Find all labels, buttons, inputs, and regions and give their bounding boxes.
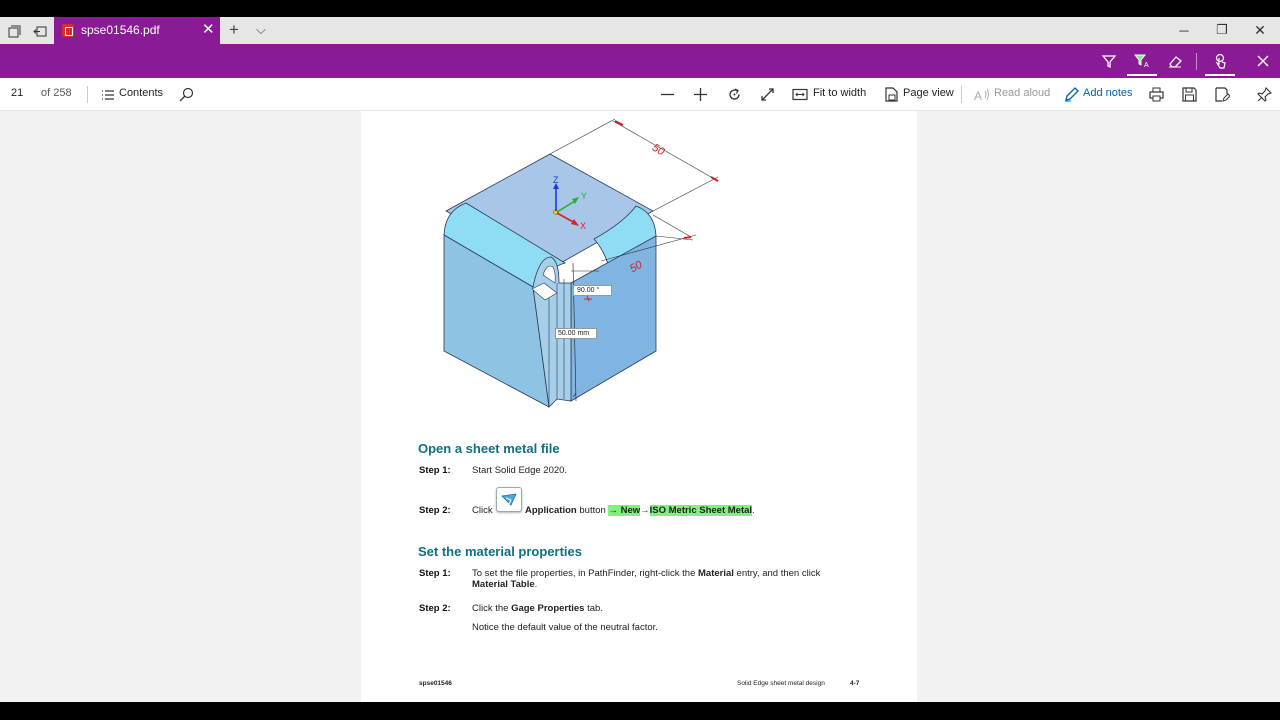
step-label: Step 1:: [419, 568, 451, 579]
tab-title: spse01546.pdf: [81, 23, 160, 37]
gage-properties-term: Gage Properties: [511, 603, 585, 614]
sentence-end: .: [534, 579, 538, 590]
step-note: Notice the default value of the neutral …: [472, 622, 658, 633]
page-view-icon[interactable]: [882, 86, 900, 103]
full-screen-icon[interactable]: [758, 86, 776, 103]
application-button-icon: [496, 487, 522, 512]
length-value-box: 50.00 mm: [555, 328, 597, 339]
minimize-button[interactable]: ─: [1169, 20, 1199, 40]
step-text-set-properties: To set the file properties, in PathFinde…: [472, 568, 820, 579]
touch-writing-selected-indicator: [1205, 74, 1235, 76]
step-text-application-line: Application button → New→ISO Metric Shee…: [525, 505, 755, 516]
tab-active-pdf[interactable]: spse01546.pdf ✕: [54, 17, 220, 44]
contents-list-icon[interactable]: [99, 86, 117, 103]
new-tab-icon[interactable]: +: [229, 20, 239, 40]
button-word: button: [579, 505, 606, 516]
toolbar-divider: [87, 86, 88, 103]
menu-path-arrow: →: [640, 505, 650, 516]
text-part: entry, and then click: [736, 568, 821, 579]
add-notes-button[interactable]: Add notes: [1083, 87, 1133, 99]
print-icon[interactable]: [1147, 86, 1165, 103]
restore-button[interactable]: ❐: [1207, 20, 1237, 40]
material-term: Material: [698, 568, 734, 579]
text-part: tab.: [587, 603, 603, 614]
text-part: To set the file properties, in PathFinde…: [472, 568, 696, 579]
step-text: Start Solid Edge 2020.: [472, 465, 568, 476]
zoom-out-icon[interactable]: [658, 86, 676, 103]
browser-tab-bar: spse01546.pdf ✕ + ⌵ ─ ❐ ✕: [0, 17, 1280, 44]
page-view-button[interactable]: Page view: [903, 87, 954, 99]
highlighter-icon[interactable]: A: [1131, 51, 1153, 71]
read-aloud-icon[interactable]: A: [973, 86, 991, 103]
ballpoint-pen-icon[interactable]: [1098, 51, 1120, 71]
sentence-end: .: [752, 505, 755, 516]
close-window-button[interactable]: ✕: [1245, 20, 1275, 40]
footer-title: Solid Edge sheet metal design: [737, 680, 825, 687]
pdf-file-icon: [62, 24, 74, 37]
text-part: Click the: [472, 603, 509, 614]
step-text-gage: Click the Gage Properties tab.: [472, 603, 603, 614]
add-notes-pen-icon[interactable]: [1062, 86, 1080, 103]
search-icon[interactable]: [177, 86, 195, 103]
touch-writing-icon[interactable]: [1209, 51, 1231, 71]
step-text-material-table: Material Table.: [472, 579, 537, 590]
axis-z-label: Z: [553, 175, 559, 185]
footer-doc-id: spse01546: [419, 680, 452, 687]
svg-text:A: A: [1144, 62, 1149, 69]
tabs-aside-icon[interactable]: [31, 22, 49, 40]
pdf-page: 50 50 Z Y X 90.00 ° 50.00 mm Open a shee…: [361, 111, 917, 702]
step-text-click: Click: [472, 505, 493, 516]
step-label: Step 2:: [419, 505, 451, 516]
eraser-icon[interactable]: [1164, 51, 1186, 71]
pdf-viewer[interactable]: 50 50 Z Y X 90.00 ° 50.00 mm Open a shee…: [0, 111, 1280, 702]
read-aloud-button[interactable]: Read aloud: [994, 87, 1050, 99]
pin-toolbar-icon[interactable]: [1255, 86, 1273, 103]
rotate-icon[interactable]: [725, 86, 743, 103]
screen: spse01546.pdf ✕ + ⌵ ─ ❐ ✕ A 21 of 258 Co…: [0, 0, 1280, 720]
tab-close-icon[interactable]: ✕: [202, 21, 215, 39]
ink-toolbar: A: [0, 44, 1280, 78]
application-term: Application: [525, 505, 577, 516]
save-icon[interactable]: [1180, 86, 1198, 103]
screen-bottom-border: [0, 702, 1280, 720]
menu-path-iso-metric: ISO Metric Sheet Metal: [649, 505, 753, 516]
material-table-term: Material Table: [472, 579, 535, 590]
axis-x-label: X: [580, 221, 587, 231]
zoom-in-icon[interactable]: [691, 86, 709, 103]
page-total: of 258: [41, 87, 72, 99]
ink-toolbar-divider: [1196, 53, 1197, 70]
tab-actions-icon[interactable]: [5, 22, 23, 40]
section-heading-material-properties: Set the material properties: [418, 544, 582, 559]
save-as-icon[interactable]: [1213, 86, 1231, 103]
toolbar-divider: [961, 86, 962, 103]
section-heading-open-file: Open a sheet metal file: [418, 441, 560, 456]
fit-to-width-icon[interactable]: [791, 86, 809, 103]
fit-to-width-button[interactable]: Fit to width: [813, 87, 866, 99]
axis-y-label: Y: [581, 191, 588, 201]
angle-value-box: 90.00 °: [573, 285, 612, 296]
svg-text:A: A: [974, 89, 982, 102]
tab-list-chevron-icon[interactable]: ⌵: [256, 20, 266, 40]
contents-button[interactable]: Contents: [119, 87, 163, 99]
page-number-input[interactable]: 21: [11, 87, 23, 99]
step-label: Step 1:: [419, 465, 451, 476]
menu-path-new: → New: [608, 505, 641, 516]
highlighter-selected-indicator: [1127, 74, 1157, 76]
footer-page-number: 4-7: [850, 680, 860, 687]
step-label: Step 2:: [419, 603, 451, 614]
pdf-toolbar: 21 of 258 Contents Fit to width Page vie…: [0, 78, 1280, 111]
close-ink-icon[interactable]: [1252, 51, 1274, 71]
